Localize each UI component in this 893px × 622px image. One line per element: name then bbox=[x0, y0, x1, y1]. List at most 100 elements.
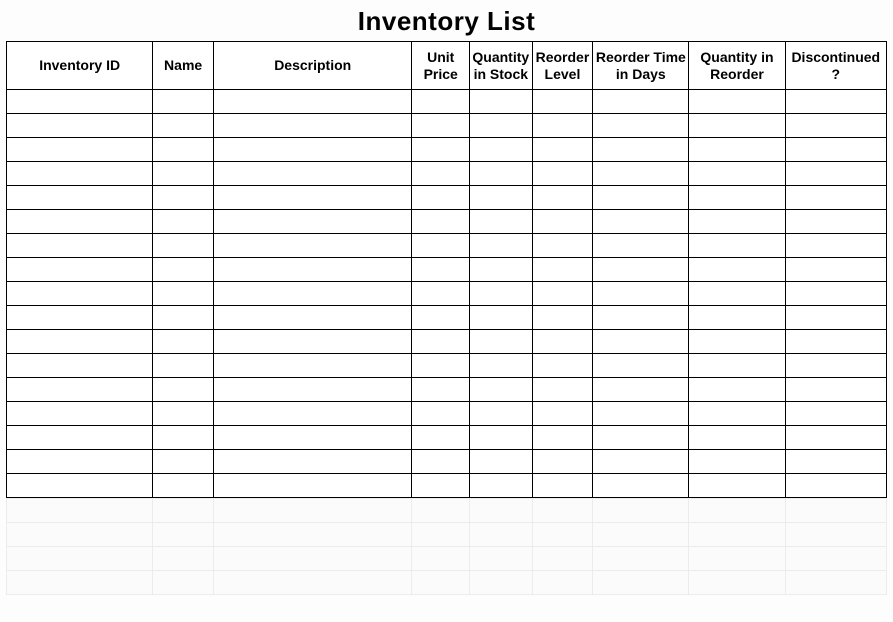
table-cell[interactable] bbox=[412, 282, 469, 306]
table-cell[interactable] bbox=[412, 162, 469, 186]
table-cell[interactable] bbox=[532, 474, 593, 498]
table-row[interactable] bbox=[7, 402, 887, 426]
table-cell[interactable] bbox=[532, 499, 593, 523]
table-cell[interactable] bbox=[689, 523, 785, 547]
table-cell[interactable] bbox=[532, 426, 593, 450]
table-cell[interactable] bbox=[785, 378, 886, 402]
table-cell[interactable] bbox=[153, 114, 214, 138]
table-cell[interactable] bbox=[213, 186, 412, 210]
table-cell[interactable] bbox=[412, 450, 469, 474]
table-row[interactable] bbox=[7, 571, 887, 595]
table-cell[interactable] bbox=[689, 306, 785, 330]
table-cell[interactable] bbox=[593, 474, 689, 498]
table-cell[interactable] bbox=[469, 378, 532, 402]
table-cell[interactable] bbox=[532, 547, 593, 571]
table-cell[interactable] bbox=[469, 186, 532, 210]
table-cell[interactable] bbox=[469, 474, 532, 498]
table-cell[interactable] bbox=[7, 402, 153, 426]
table-cell[interactable] bbox=[532, 306, 593, 330]
table-cell[interactable] bbox=[153, 210, 214, 234]
table-cell[interactable] bbox=[469, 234, 532, 258]
table-cell[interactable] bbox=[7, 354, 153, 378]
table-cell[interactable] bbox=[213, 306, 412, 330]
table-row[interactable] bbox=[7, 282, 887, 306]
table-cell[interactable] bbox=[689, 258, 785, 282]
table-cell[interactable] bbox=[532, 114, 593, 138]
table-cell[interactable] bbox=[532, 186, 593, 210]
table-cell[interactable] bbox=[469, 547, 532, 571]
table-cell[interactable] bbox=[7, 474, 153, 498]
table-cell[interactable] bbox=[7, 571, 153, 595]
table-cell[interactable] bbox=[469, 90, 532, 114]
table-cell[interactable] bbox=[593, 499, 689, 523]
table-cell[interactable] bbox=[469, 114, 532, 138]
table-cell[interactable] bbox=[412, 186, 469, 210]
table-cell[interactable] bbox=[689, 210, 785, 234]
table-cell[interactable] bbox=[593, 234, 689, 258]
table-cell[interactable] bbox=[153, 282, 214, 306]
table-cell[interactable] bbox=[785, 354, 886, 378]
table-cell[interactable] bbox=[593, 523, 689, 547]
table-cell[interactable] bbox=[785, 138, 886, 162]
table-cell[interactable] bbox=[213, 234, 412, 258]
table-cell[interactable] bbox=[213, 571, 412, 595]
table-cell[interactable] bbox=[532, 258, 593, 282]
table-cell[interactable] bbox=[153, 162, 214, 186]
table-cell[interactable] bbox=[412, 378, 469, 402]
table-cell[interactable] bbox=[785, 258, 886, 282]
table-cell[interactable] bbox=[7, 90, 153, 114]
table-cell[interactable] bbox=[469, 499, 532, 523]
table-row[interactable] bbox=[7, 426, 887, 450]
table-row[interactable] bbox=[7, 306, 887, 330]
table-cell[interactable] bbox=[213, 499, 412, 523]
table-cell[interactable] bbox=[689, 90, 785, 114]
table-cell[interactable] bbox=[213, 474, 412, 498]
table-cell[interactable] bbox=[532, 138, 593, 162]
table-cell[interactable] bbox=[469, 426, 532, 450]
table-row[interactable] bbox=[7, 354, 887, 378]
table-cell[interactable] bbox=[689, 114, 785, 138]
table-cell[interactable] bbox=[153, 450, 214, 474]
table-cell[interactable] bbox=[469, 571, 532, 595]
table-cell[interactable] bbox=[469, 162, 532, 186]
table-cell[interactable] bbox=[689, 162, 785, 186]
table-cell[interactable] bbox=[689, 571, 785, 595]
table-row[interactable] bbox=[7, 210, 887, 234]
table-cell[interactable] bbox=[593, 306, 689, 330]
table-cell[interactable] bbox=[412, 474, 469, 498]
table-cell[interactable] bbox=[532, 378, 593, 402]
table-cell[interactable] bbox=[213, 282, 412, 306]
table-cell[interactable] bbox=[689, 450, 785, 474]
table-cell[interactable] bbox=[7, 306, 153, 330]
table-cell[interactable] bbox=[412, 426, 469, 450]
table-row[interactable] bbox=[7, 450, 887, 474]
table-cell[interactable] bbox=[593, 114, 689, 138]
table-cell[interactable] bbox=[593, 90, 689, 114]
table-cell[interactable] bbox=[785, 330, 886, 354]
table-cell[interactable] bbox=[213, 547, 412, 571]
table-cell[interactable] bbox=[532, 402, 593, 426]
table-cell[interactable] bbox=[213, 114, 412, 138]
table-row[interactable] bbox=[7, 474, 887, 498]
table-cell[interactable] bbox=[785, 499, 886, 523]
table-cell[interactable] bbox=[785, 450, 886, 474]
table-cell[interactable] bbox=[532, 330, 593, 354]
table-row[interactable] bbox=[7, 186, 887, 210]
table-cell[interactable] bbox=[469, 306, 532, 330]
table-row[interactable] bbox=[7, 162, 887, 186]
table-cell[interactable] bbox=[7, 138, 153, 162]
table-cell[interactable] bbox=[593, 378, 689, 402]
table-cell[interactable] bbox=[7, 523, 153, 547]
table-row[interactable] bbox=[7, 378, 887, 402]
table-cell[interactable] bbox=[213, 378, 412, 402]
table-cell[interactable] bbox=[213, 354, 412, 378]
table-cell[interactable] bbox=[689, 474, 785, 498]
table-cell[interactable] bbox=[469, 330, 532, 354]
table-cell[interactable] bbox=[153, 523, 214, 547]
table-cell[interactable] bbox=[7, 210, 153, 234]
table-row[interactable] bbox=[7, 114, 887, 138]
table-cell[interactable] bbox=[412, 90, 469, 114]
table-cell[interactable] bbox=[412, 402, 469, 426]
table-cell[interactable] bbox=[7, 258, 153, 282]
table-cell[interactable] bbox=[785, 162, 886, 186]
